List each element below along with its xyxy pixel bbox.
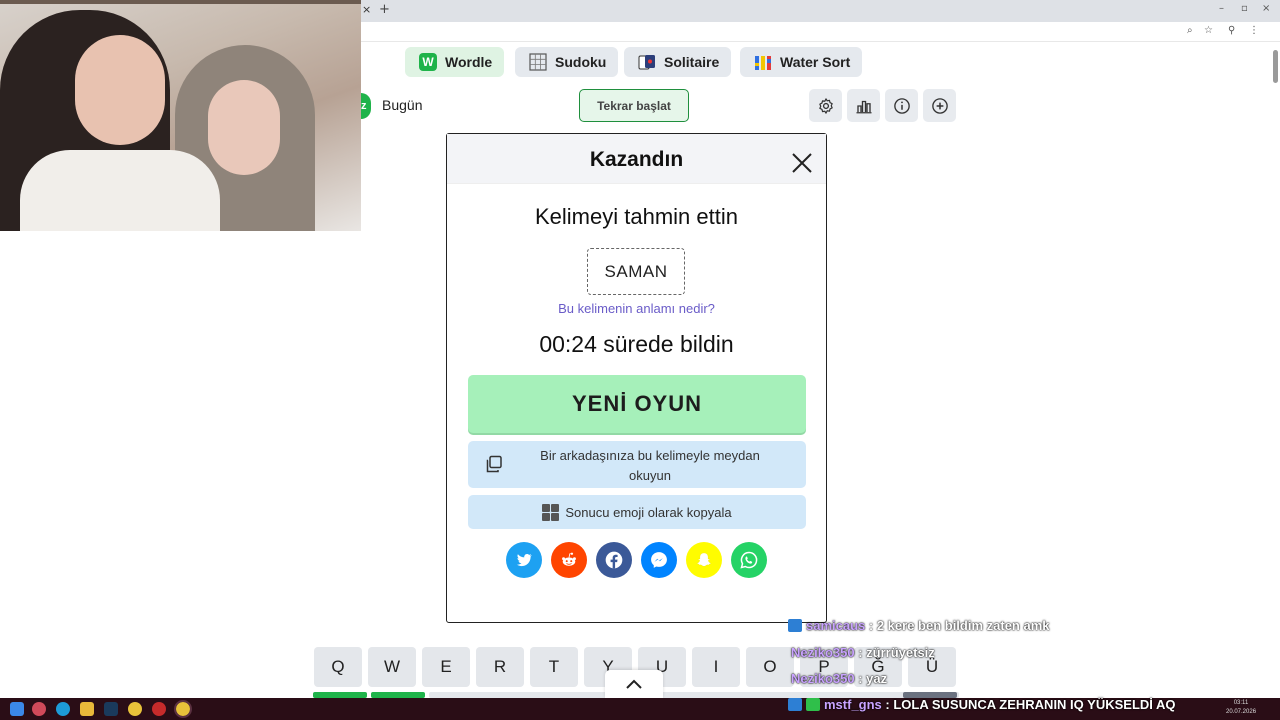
dialog-title: Kazandın bbox=[589, 148, 684, 171]
webcam-overlay bbox=[0, 0, 361, 231]
grid-icon bbox=[542, 503, 560, 521]
maximize-button[interactable]: ▫ bbox=[1241, 3, 1248, 14]
dialog-header: Kazandın bbox=[447, 134, 826, 184]
new-game-button[interactable]: YENİ OYUN bbox=[468, 375, 806, 433]
share-messenger-button[interactable] bbox=[641, 542, 677, 578]
share-whatsapp-button[interactable] bbox=[731, 542, 767, 578]
reddit-icon bbox=[562, 552, 576, 566]
copy-icon bbox=[486, 455, 502, 473]
badge-icon bbox=[788, 619, 802, 632]
tab-close-button[interactable]: × bbox=[362, 3, 372, 16]
chat-message: Neziko350 : yaz bbox=[791, 671, 888, 686]
chat-user: Neziko350 bbox=[791, 645, 855, 660]
twitter-icon bbox=[516, 554, 533, 567]
messenger-icon bbox=[651, 552, 667, 568]
chrome-active-icon[interactable] bbox=[174, 700, 192, 718]
stats-button[interactable] bbox=[847, 89, 880, 122]
chat-text: yaz bbox=[866, 671, 888, 686]
add-button[interactable] bbox=[923, 89, 956, 122]
info-icon bbox=[893, 97, 910, 114]
restart-button[interactable]: Tekrar başlat bbox=[579, 89, 689, 122]
badge-icon bbox=[806, 698, 820, 711]
tab-wordle[interactable]: W Wordle bbox=[405, 47, 505, 77]
screen: × + – ▫ × ⌕ ☆ ⚲ ⋮ W Wordle Sudoku Solita… bbox=[0, 0, 1280, 720]
challenge-friend-button[interactable]: Bir arkadaşınıza bu kelimeyle meydan oku… bbox=[468, 441, 806, 488]
settings-icon bbox=[818, 97, 833, 114]
key-e[interactable]: E bbox=[422, 647, 470, 687]
whatsapp-icon bbox=[740, 551, 758, 569]
word-meaning-link[interactable]: Bu kelimenin anlamı nedir? bbox=[447, 301, 826, 316]
chrome-icon[interactable] bbox=[128, 702, 142, 716]
win-dialog: Kazandın Kelimeyi tahmin ettin SAMAN Bu … bbox=[446, 133, 827, 623]
add-icon bbox=[931, 97, 948, 114]
settings-button[interactable] bbox=[809, 89, 842, 122]
page-scrollbar[interactable] bbox=[1273, 50, 1278, 83]
obs-icon[interactable] bbox=[152, 702, 166, 716]
chevron-up-icon bbox=[626, 679, 642, 689]
tab-solitaire[interactable]: Solitaire bbox=[624, 47, 732, 77]
browser-tabstrip bbox=[361, 0, 1280, 22]
sudoku-grid-icon bbox=[529, 53, 547, 71]
chat-user: samicaus bbox=[806, 618, 866, 633]
key-w[interactable]: W bbox=[368, 647, 416, 687]
address-bar[interactable] bbox=[361, 22, 1280, 42]
chat-text: LOLA SUSUNCA ZEHRANIN IQ YÜKSELDİ AQ bbox=[893, 697, 1176, 712]
key-r[interactable]: R bbox=[476, 647, 524, 687]
chat-message: Neziko350 : zürrüyetsiz bbox=[791, 645, 935, 660]
facebook-icon bbox=[605, 551, 623, 569]
chat-message: samicaus : 2 kere ben bildim zaten amk bbox=[788, 618, 1050, 633]
key-i[interactable]: I bbox=[692, 647, 740, 687]
result-message: Kelimeyi tahmin ettin bbox=[535, 204, 738, 229]
chat-text: 2 kere ben bildim zaten amk bbox=[876, 618, 1050, 633]
solve-time: 00:24 sürede bildin bbox=[539, 331, 734, 357]
extension-icon[interactable]: ⚲ bbox=[1228, 25, 1235, 36]
share-facebook-button[interactable] bbox=[596, 542, 632, 578]
share-snapchat-button[interactable] bbox=[686, 542, 722, 578]
tab-label: Water Sort bbox=[780, 54, 851, 70]
window-close-button[interactable]: × bbox=[1262, 3, 1270, 14]
chat-message: mstf_gns : LOLA SUSUNCA ZEHRANIN IQ YÜKS… bbox=[788, 697, 1176, 712]
collapse-keyboard-button[interactable] bbox=[605, 670, 663, 698]
share-twitter-button[interactable] bbox=[506, 542, 542, 578]
wordle-icon: W bbox=[419, 53, 437, 71]
system-clock[interactable]: 03:11 20.07.2026 bbox=[1226, 699, 1256, 717]
minimize-button[interactable]: – bbox=[1219, 3, 1224, 14]
info-button[interactable] bbox=[885, 89, 918, 122]
chat-user: mstf_gns bbox=[824, 697, 882, 712]
key-t[interactable]: T bbox=[530, 647, 578, 687]
folder-icon[interactable] bbox=[80, 702, 94, 716]
zoom-icon[interactable]: ⌕ bbox=[1187, 25, 1193, 36]
challenge-label: Bir arkadaşınıza bu kelimeyle meydan oku… bbox=[540, 448, 760, 483]
copy-emoji-label: Sonucu emoji olarak kopyala bbox=[565, 504, 732, 520]
steam-icon[interactable] bbox=[104, 702, 118, 716]
tab-label: Sudoku bbox=[555, 54, 607, 70]
water-sort-icon bbox=[755, 56, 771, 70]
today-label[interactable]: Bugün bbox=[382, 97, 422, 113]
snapchat-icon bbox=[696, 552, 712, 567]
badge-icon bbox=[788, 698, 802, 711]
clock-date: 20.07.2026 bbox=[1226, 709, 1257, 715]
tab-sudoku[interactable]: Sudoku bbox=[515, 47, 619, 77]
cards-icon bbox=[638, 55, 655, 70]
chat-text: zürrüyetsiz bbox=[866, 645, 935, 660]
bookmark-star-icon[interactable]: ☆ bbox=[1204, 25, 1213, 36]
start-icon[interactable] bbox=[10, 702, 24, 716]
stats-icon bbox=[856, 100, 871, 113]
key-q[interactable]: Q bbox=[314, 647, 362, 687]
tab-label: Wordle bbox=[445, 54, 493, 70]
answer-word: SAMAN bbox=[587, 248, 685, 295]
tab-water-sort[interactable]: Water Sort bbox=[740, 47, 863, 77]
close-icon[interactable] bbox=[791, 152, 813, 174]
copy-emoji-button[interactable]: Sonucu emoji olarak kopyala bbox=[468, 495, 806, 529]
tab-label: Solitaire bbox=[664, 54, 720, 70]
clock-time: 03:11 bbox=[1233, 700, 1249, 706]
edge-icon[interactable] bbox=[56, 702, 70, 716]
game-tabs: W Wordle Sudoku Solitaire Water Sort bbox=[361, 42, 1280, 82]
app-icon[interactable] bbox=[32, 702, 46, 716]
chat-user: Neziko350 bbox=[791, 671, 855, 686]
key-o[interactable]: O bbox=[746, 647, 794, 687]
menu-icon[interactable]: ⋮ bbox=[1249, 25, 1259, 36]
share-reddit-button[interactable] bbox=[551, 542, 587, 578]
new-tab-button[interactable]: + bbox=[379, 2, 390, 17]
